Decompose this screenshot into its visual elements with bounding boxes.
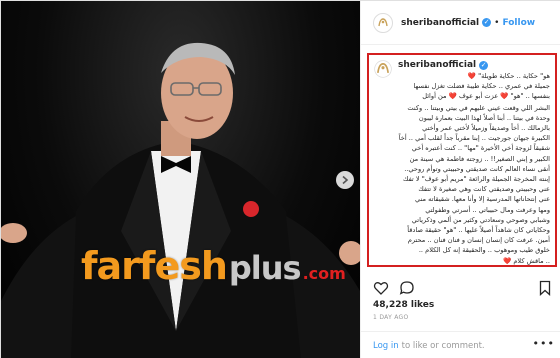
caption-header: sheribanofficial ✓ هو" حكاية .. حكاية طو… [374,60,550,102]
chevron-right-icon [342,175,349,185]
caption-text-body: البشر اللي وقعت عيني عليهم في بيتي وبيتن… [374,103,550,266]
post-header: sheribanofficial ✓ • Follow [361,1,560,45]
caption-line: وحدة في بيتنا .. أبنا أصلاً لهذا البيت ب… [418,113,550,122]
more-options-icon[interactable]: ••• [533,337,555,350]
verified-badge-icon: ✓ [482,18,492,27]
caption-line: الكبير و إبني الصغير!! .. زوجته فاطمة هي… [409,154,550,163]
caption-line: عني إنتحاناتها المدرسية إلا وأنا معها. ش… [415,195,550,204]
caption-line: أمين. عرفت كان إنسان إنسان و فنان فنان .… [407,236,550,245]
caption-line: شقيقاً لزوجة أخي الأخيرة "مها" .. كنت أع… [411,144,550,153]
comment-button[interactable] [399,280,415,296]
next-image-button[interactable] [336,171,354,189]
watermark-domain: .com [302,264,346,283]
caption-line: هو" حكاية .. حكاية طويلة" ❤️ [467,72,550,80]
caption-line: إبنته المخرجة الجميلة والرائعة "مريم أبو… [403,175,550,184]
heart-icon [373,282,389,295]
action-bar [373,277,553,299]
caption-line: وحكاياتي كان شاهداً أصيلاً عليها .. "هو"… [407,226,550,235]
caption-line: عني وحبيبتي وصديقتي كانت وهي صغيرة لا تت… [418,185,550,194]
site-watermark: farfesh plus .com [81,244,346,292]
caption-line: .. ماقش كلام ❤️ [503,256,550,265]
like-button[interactable] [373,280,389,296]
caption-line: خلوق طيب وموهوب .. والحقيقة إنه كل الكلا… [418,246,550,255]
caption-text: هو" حكاية .. حكاية طويلة" ❤️ جميلة في عم… [398,71,550,102]
follow-button[interactable]: Follow [502,18,535,28]
caption-username[interactable]: sheribanofficial [398,60,476,70]
caption-line: أنقى نساء العالم كانت صديقتي وحبيبتي وتو… [404,164,550,173]
comment-icon [399,281,414,295]
man-in-tuxedo-photo [1,42,360,358]
bookmark-icon [539,280,551,296]
login-footer: Log in to like or comment. [361,331,560,358]
caption-line: بنفسها .. "هو" ❤️ عزت أبو عوف ❤️ من أوائ… [422,92,550,101]
caption-line: بالزمالك .. أخاً وصديقاً وزميلاً لأختي ع… [422,124,550,133]
watermark-plus: plus [228,249,302,287]
login-link[interactable]: Log in [373,341,399,351]
logo-icon [378,17,388,26]
caption-line: ومها وعرفت ومال حبيباتي .. أسرتي وطفولتي [425,205,550,214]
likes-count[interactable]: 48,228 likes [373,300,434,310]
caption-line: البشر اللي وقعت عيني عليهم في بيتي وبيتن… [407,103,550,112]
post-timestamp: 1 DAY AGO [373,314,409,321]
caption-highlight-box: sheribanofficial ✓ هو" حكاية .. حكاية طو… [367,53,557,267]
login-prompt-text: to like or comment. [401,340,485,351]
separator-dot: • [494,17,500,28]
post-photo[interactable]: farfesh plus .com [1,1,360,358]
caption-verified-badge-icon: ✓ [479,60,489,70]
profile-avatar[interactable] [373,12,393,33]
caption-line: وشبابي وصوحي وسعادتي وكثير من ألمي وذكري… [411,215,550,224]
instagram-post: farfesh plus .com sheribanofficial ✓ • F… [0,0,560,358]
caption-line: جميلة في عمري .. حكاية طيبة فضلت تغزل نف… [413,82,550,91]
watermark-main: farfesh [81,244,228,288]
caption-avatar-icon[interactable] [374,60,392,78]
caption-line: الكبيرة جيهان جورجيت .. إبنا مقرباً جداً… [398,134,550,143]
save-button[interactable] [537,280,553,296]
header-username[interactable]: sheribanofficial [401,18,479,28]
post-side-panel: sheribanofficial ✓ • Follow sheribanoffi… [360,1,560,358]
